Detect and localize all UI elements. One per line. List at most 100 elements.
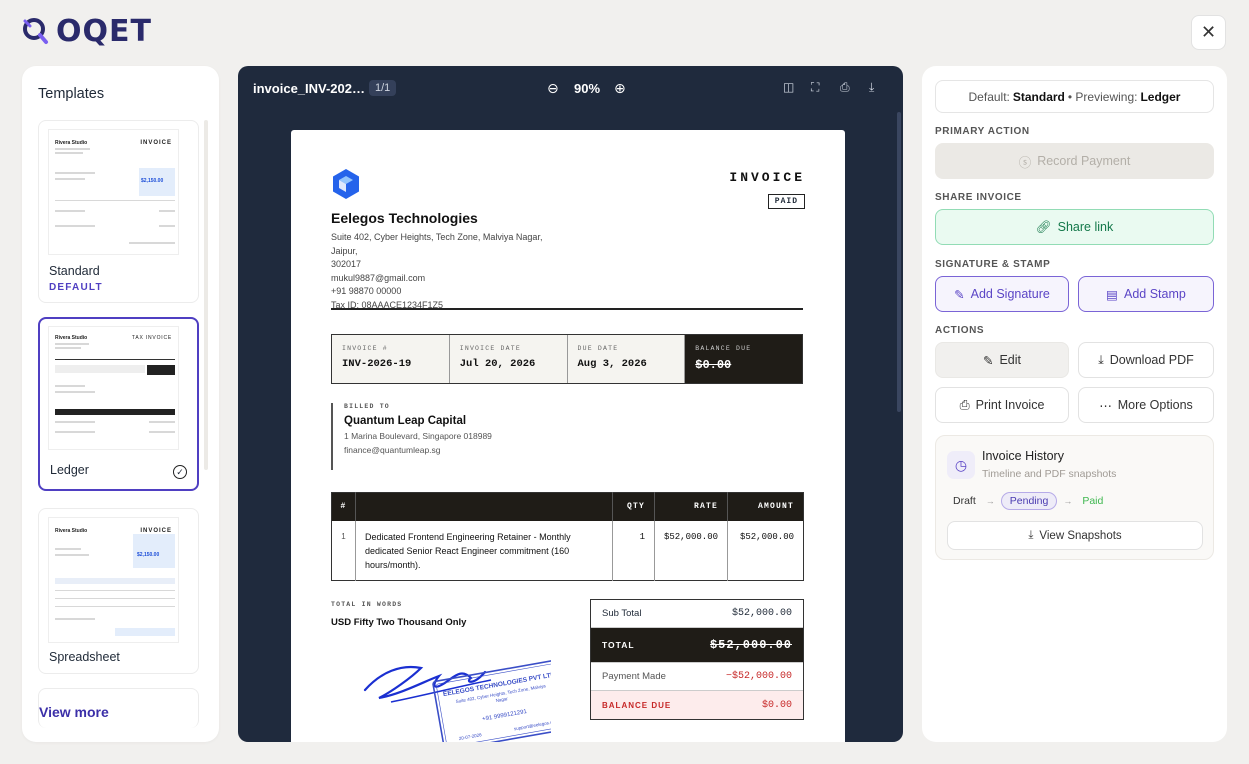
view-snapshots-button[interactable]: ⤓ View Snapshots [947,521,1203,550]
button-label: Print Invoice [975,398,1045,412]
meta-value: $0.00 [695,358,732,372]
stamp-email: support@eelegos.com [514,719,551,732]
status-badge: PAID [767,194,805,209]
app-logo: OQET [22,14,152,49]
invoice-title: INVOICE [729,170,805,185]
selected-check-icon: ✓ [173,465,187,479]
add-stamp-button[interactable]: ▤ Add Stamp [1078,276,1214,312]
clock-icon: ◷ [947,451,975,479]
total-value: $52,000.00 [709,638,792,652]
logo-icon [23,17,48,44]
payment-made-value: −$52,000.00 [725,671,792,682]
template-card-ledger[interactable]: Rivera Studio TAX INVOICE Ledger ✓ [38,317,199,491]
template-name: Spreadsheet [49,650,120,664]
template-thumbnail: Rivera Studio INVOICE $2,150.00 [48,517,179,643]
billed-to: BILLED TO Quantum Leap Capital 1 Marina … [331,403,492,470]
add-signature-button[interactable]: ✎ Add Signature [935,276,1069,312]
thumb-company: Rivera Studio [55,528,88,534]
address-line: 302017 [331,259,362,269]
actions-panel: Default: Standard • Previewing: Ledger P… [922,66,1227,742]
meta-value: Aug 3, 2026 [577,358,647,370]
timeline-step-draft: Draft [953,495,976,507]
col-rate: RATE [654,492,728,521]
balance-due-row: BALANCE DUE $0.00 [591,691,803,719]
templates-panel: Templates Rivera Studio INVOICE $2,150.0… [22,66,219,742]
button-label: Add Stamp [1123,287,1186,301]
button-label: Download PDF [1109,353,1194,367]
primary-action-label: PRIMARY ACTION [935,126,1030,137]
col-num: # [331,492,356,521]
actions-label: ACTIONS [935,325,985,336]
table-row: 1 Dedicated Frontend Engineering Retaine… [331,520,804,581]
edit-button[interactable]: ✎ Edit [935,342,1069,378]
subtotal-row: Sub Total $52,000.00 [591,600,803,628]
thumb-company: Rivera Studio [55,335,88,341]
item-rate: $52,000.00 [654,520,728,581]
printer-icon: ⎙ [959,397,970,412]
col-qty: QTY [612,492,655,521]
item-num: 1 [331,520,356,581]
balance-due-label: BALANCE DUE [602,700,672,710]
zoom-out-icon[interactable]: ⊖ [547,80,559,97]
download-icon[interactable]: ⤓ [869,80,874,95]
default-prefix: Default: [968,89,1010,104]
meta-invoice-number: INVOICE # INV-2026-19 [332,335,450,383]
col-description [355,492,613,521]
timeline-step-paid: Paid [1082,495,1104,507]
fullscreen-icon[interactable]: ⛶ [811,80,819,95]
client-address: 1 Marina Boulevard, Singapore 018989 [344,431,492,441]
company-phone: +91 98870 00000 [331,286,402,296]
zoom-in-icon[interactable]: ⊕ [614,80,626,97]
more-options-button[interactable]: ⋯ More Options [1078,387,1214,423]
total-label: TOTAL [602,640,635,650]
balance-due-value: $0.00 [761,699,792,711]
totals-box: Sub Total $52,000.00 TOTAL $52,000.00 Pa… [590,599,804,720]
fit-page-icon[interactable]: ◫ [783,80,794,94]
item-description: Dedicated Frontend Engineering Retainer … [355,520,613,581]
template-name: Ledger [50,463,89,477]
divider [331,308,803,310]
client-name: Quantum Leap Capital [344,415,467,427]
billed-to-label: BILLED TO [344,403,390,410]
arrow-right-icon: → [985,496,995,506]
document-icon: ▤ [1106,287,1118,302]
table-header-row: # QTY RATE AMOUNT [331,492,804,521]
share-link-button[interactable]: 🔗︎ Share link [935,209,1214,245]
default-template: Standard [1012,89,1065,104]
thumb-amount: $2,150.00 [141,178,164,184]
invoice-meta: INVOICE # INV-2026-19 INVOICE DATE Jul 2… [331,334,803,384]
meta-value: Jul 20, 2026 [459,358,536,370]
status-timeline: Draft → Pending → Paid [949,492,1107,510]
total-in-words: USD Fifty Two Thousand Only [331,617,467,628]
close-icon: ✕ [1200,22,1217,42]
stamp-date: 20-07-2026 [458,732,482,741]
col-amount: AMOUNT [727,492,804,521]
template-name: Standard [49,264,100,278]
thumb-company: Rivera Studio [55,140,88,146]
meta-invoice-date: INVOICE DATE Jul 20, 2026 [449,335,568,383]
pen-icon: ✎ [954,287,965,302]
history-title: Invoice History [982,449,1064,463]
download-icon: ⤓ [1098,352,1104,367]
total-row: TOTAL $52,000.00 [591,628,803,663]
stamp-phone: +91 9999121291 [482,709,528,723]
meta-label: DUE DATE [577,345,619,352]
print-invoice-button[interactable]: ⎙ Print Invoice [935,387,1069,423]
company-email: mukul9887@gmail.com [331,272,426,283]
item-qty: 1 [612,520,655,581]
view-more-link[interactable]: View more [39,704,109,720]
button-label: Share link [1057,220,1114,234]
templates-scrollbar[interactable] [204,120,208,470]
download-pdf-button[interactable]: ⤓ Download PDF [1078,342,1214,378]
record-payment-button[interactable]: ⓢ Record Payment [935,143,1214,179]
client-email: finance@quantumleap.sg [344,445,441,455]
template-card-standard[interactable]: Rivera Studio INVOICE $2,150.00 Standard… [38,120,199,303]
thumb-title: TAX INVOICE [131,335,172,341]
close-button[interactable]: ✕ [1191,15,1226,50]
link-icon: 🔗︎ [1035,219,1052,234]
default-badge: DEFAULT [49,282,103,293]
template-card-spreadsheet[interactable]: Rivera Studio INVOICE $2,150.00 Spreadsh… [38,508,199,674]
print-icon[interactable]: ⎙ [840,80,850,95]
invoice-paper: Eelegos Technologies Suite 402, Cyber He… [291,130,845,742]
viewer-scrollbar[interactable] [897,112,901,412]
